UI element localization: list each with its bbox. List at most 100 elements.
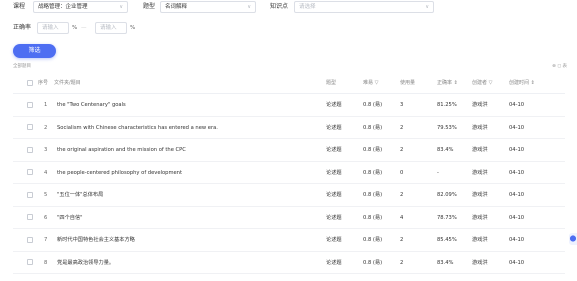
row-created: 04-10 (509, 102, 525, 108)
row-created: 04-10 (509, 214, 525, 221)
type-label: 题型 (143, 3, 156, 10)
row-accuracy: 82.09% (437, 192, 457, 198)
row-accuracy: 78.73% (437, 214, 457, 221)
row-accuracy: 83.4% (437, 259, 454, 266)
row-creator: 游戏洪 (472, 237, 488, 243)
row-creator: 游戏洪 (472, 214, 488, 221)
row-checkbox[interactable] (27, 191, 33, 198)
type-select-value: 名词解释 (165, 4, 188, 10)
rate-label: 正确率 (13, 24, 32, 31)
col-created[interactable]: 创建时间 ⇕ (509, 72, 535, 94)
list-tools[interactable]: ⊕ ◻ 表 (552, 63, 567, 69)
percent-sign: % (72, 25, 78, 31)
row-content[interactable]: the people-centered philosophy of develo… (57, 162, 182, 185)
row-checkbox[interactable] (27, 259, 33, 265)
col-creator[interactable]: 创建者 ▽ (472, 72, 492, 94)
row-created: 04-10 (509, 147, 525, 153)
row-type: 论述题 (326, 169, 342, 176)
table-row[interactable]: 6 "四个自信" 论述题 0.8 (易) 4 78.73% 游戏洪 04-10 (13, 207, 565, 230)
row-type: 论述题 (326, 192, 342, 198)
row-index: 6 (44, 214, 48, 221)
row-type: 论述题 (326, 102, 342, 108)
row-index: 5 (44, 192, 48, 198)
row-index: 8 (44, 259, 48, 266)
row-content[interactable]: 党是最高政治领导力量。 (57, 252, 114, 275)
row-usage: 2 (400, 147, 404, 153)
row-creator: 游戏洪 (472, 124, 488, 131)
row-type: 论述题 (326, 214, 342, 221)
row-index: 2 (44, 124, 48, 131)
col-content: 文件夹/题目 (54, 80, 81, 86)
percent-sign: % (130, 25, 136, 31)
table-body: 1 the "Two Centenary" goals 论述题 0.8 (易) … (13, 94, 565, 274)
row-index: 7 (44, 237, 48, 243)
col-accuracy[interactable]: 正确率 ⇕ (437, 72, 458, 94)
rate-min-input[interactable]: 请输入 (37, 22, 69, 34)
select-all-checkbox[interactable] (27, 80, 33, 86)
row-checkbox[interactable] (27, 169, 33, 175)
row-difficulty: 0.8 (易) (363, 169, 383, 176)
row-creator: 游戏洪 (472, 147, 488, 153)
row-creator: 游戏洪 (472, 192, 488, 198)
table-row[interactable]: 3 the original aspiration and the missio… (13, 139, 565, 162)
table-row[interactable]: 1 the "Two Centenary" goals 论述题 0.8 (易) … (13, 94, 565, 117)
type-select[interactable]: 名词解释 ∨ (160, 1, 256, 13)
knowledge-select[interactable]: 请选择 ∨ (294, 1, 434, 13)
table-row[interactable]: 8 党是最高政治领导力量。 论述题 0.8 (易) 2 83.4% 游戏洪 04… (13, 252, 565, 275)
row-accuracy: 81.25% (437, 102, 457, 108)
course-label: 课程 (13, 3, 26, 10)
rate-max-input[interactable]: 请输入 (95, 22, 127, 34)
row-created: 04-10 (509, 237, 525, 243)
row-content[interactable]: the "Two Centenary" goals (57, 94, 126, 117)
knowledge-label: 知识点 (270, 3, 289, 10)
row-difficulty: 0.8 (易) (363, 147, 383, 153)
row-created: 04-10 (509, 169, 525, 176)
table-row[interactable]: 4 the people-centered philosophy of deve… (13, 162, 565, 185)
chevron-down-icon: ∨ (247, 4, 251, 10)
col-usage: 使用量 (400, 80, 416, 86)
row-type: 论述题 (326, 259, 342, 266)
row-difficulty: 0.8 (易) (363, 124, 383, 131)
row-difficulty: 0.8 (易) (363, 192, 383, 198)
row-difficulty: 0.8 (易) (363, 214, 383, 221)
row-checkbox[interactable] (27, 214, 33, 220)
row-creator: 游戏洪 (472, 169, 488, 176)
course-select[interactable]: 战略管理：企业管理 ∨ (33, 1, 128, 13)
chevron-down-icon: ∨ (425, 4, 429, 10)
row-type: 论述题 (326, 147, 342, 153)
row-difficulty: 0.8 (易) (363, 237, 383, 243)
chevron-down-icon: ∨ (119, 4, 123, 10)
row-accuracy: 79.53% (437, 124, 457, 131)
row-usage: 2 (400, 259, 404, 266)
row-checkbox[interactable] (27, 101, 33, 108)
col-type: 题型 (326, 80, 337, 86)
row-index: 3 (44, 147, 48, 153)
row-usage: 4 (400, 214, 404, 221)
question-count: 全部题目 (13, 64, 31, 69)
table-row[interactable]: 2 Socialism with Chinese characteristics… (13, 117, 565, 140)
row-content[interactable]: Socialism with Chinese characteristics h… (57, 117, 218, 140)
row-checkbox[interactable] (27, 236, 33, 243)
row-usage: 2 (400, 237, 404, 243)
row-content[interactable]: "五位一体"总体布局 (57, 184, 103, 207)
course-select-value: 战略管理：企业管理 (38, 4, 88, 10)
row-difficulty: 0.8 (易) (363, 259, 383, 266)
row-created: 04-10 (509, 124, 525, 131)
row-accuracy: - (437, 169, 439, 176)
row-index: 4 (44, 169, 48, 176)
side-tool-icon[interactable]: ⬤ (569, 233, 577, 245)
table-header: 序号 文件夹/题目 题型 难易 ▽ 使用量 正确率 ⇕ 创建者 ▽ 创建时间 ⇕ (13, 72, 565, 94)
row-accuracy: 85.45% (437, 237, 457, 243)
row-content[interactable]: "四个自信" (57, 207, 83, 230)
row-checkbox[interactable] (27, 146, 33, 153)
filter-button[interactable]: 筛选 (13, 44, 56, 58)
table-row[interactable]: 5 "五位一体"总体布局 论述题 0.8 (易) 2 82.09% 游戏洪 04… (13, 184, 565, 207)
row-type: 论述题 (326, 124, 342, 131)
col-difficulty[interactable]: 难易 ▽ (363, 72, 378, 94)
row-content[interactable]: the original aspiration and the mission … (57, 139, 186, 162)
table-row[interactable]: 7 新时代中国特色社会主义基本方略 论述题 0.8 (易) 2 85.45% 游… (13, 229, 565, 252)
row-content[interactable]: 新时代中国特色社会主义基本方略 (57, 229, 135, 252)
row-checkbox[interactable] (27, 124, 33, 130)
row-type: 论述题 (326, 237, 342, 243)
row-creator: 游戏洪 (472, 259, 488, 266)
